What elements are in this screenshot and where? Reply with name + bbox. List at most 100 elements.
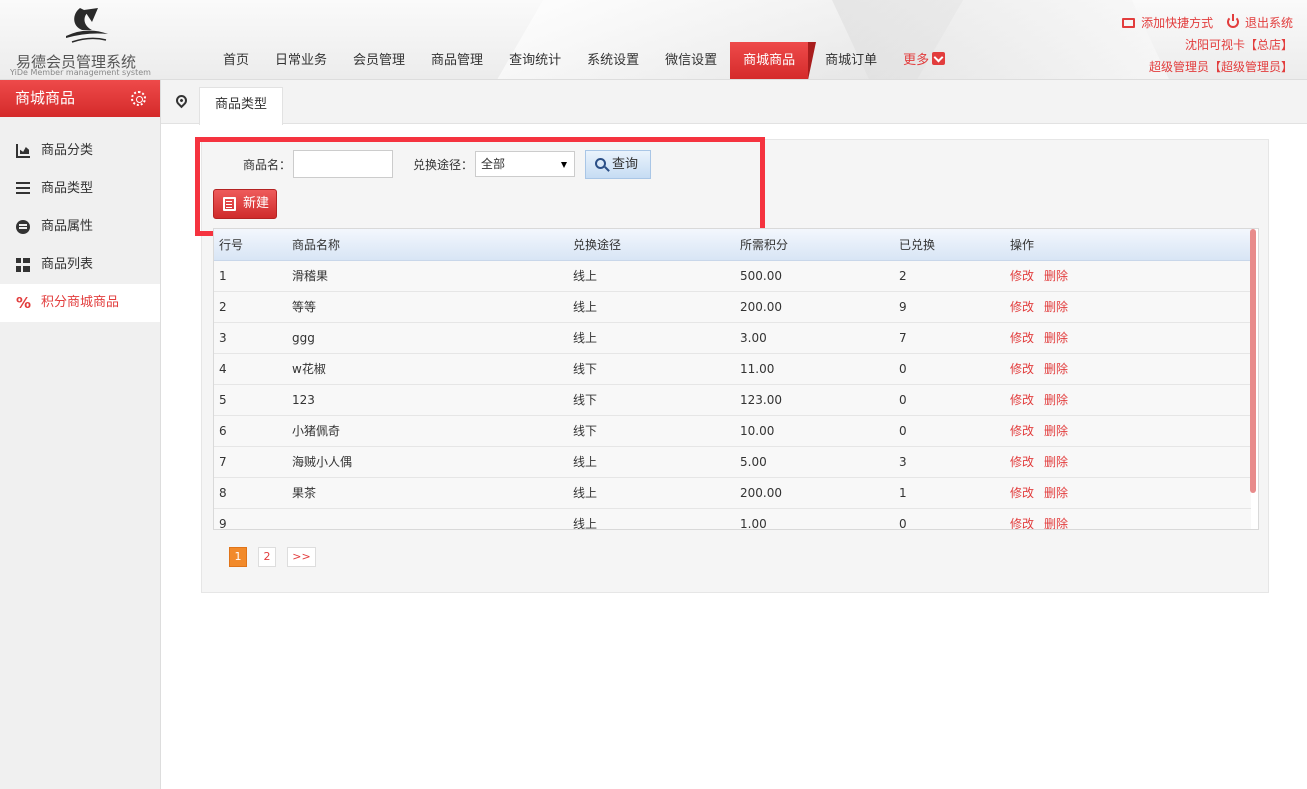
note-icon xyxy=(223,197,236,211)
cell-actions: 修改 删除 xyxy=(1005,508,1251,529)
cell-exchange-route: 线上 xyxy=(568,508,735,529)
table-row: 1 滑稽果 线上 500.00 2 修改 删除 xyxy=(214,260,1251,292)
cell-exchange-route: 线下 xyxy=(568,353,735,385)
edit-link[interactable]: 修改 xyxy=(1010,300,1034,314)
sidebar-item-attribute[interactable]: 商品属性 xyxy=(0,208,160,246)
cell-actions: 修改 删除 xyxy=(1005,415,1251,447)
cell-exchange-route: 线上 xyxy=(568,446,735,478)
add-shortcut-link[interactable]: 添加快捷方式 xyxy=(1122,12,1213,34)
edit-link[interactable]: 修改 xyxy=(1010,424,1034,438)
page-2-button[interactable]: 2 xyxy=(258,547,276,567)
delete-link[interactable]: 删除 xyxy=(1044,269,1068,283)
cell-product-name: 等等 xyxy=(287,291,568,323)
cell-points: 11.00 xyxy=(735,353,894,385)
sidebar-menu: 商品分类 商品类型 商品属性 商品列表 % 积分商城商品 xyxy=(0,132,160,322)
cell-product-name: 果茶 xyxy=(287,477,568,509)
cell-exchanged: 0 xyxy=(894,508,1005,529)
cell-product-name: 海贼小人偶 xyxy=(287,446,568,478)
cell-row-number: 3 xyxy=(214,322,287,354)
logo-mark-icon xyxy=(66,8,108,43)
sidebar-item-product-list[interactable]: 商品列表 xyxy=(0,246,160,284)
table-scrollbar[interactable] xyxy=(1250,229,1256,493)
product-name-input[interactable] xyxy=(293,150,394,178)
cell-row-number: 1 xyxy=(214,260,287,292)
cell-product-name: 滑稽果 xyxy=(287,260,568,292)
cell-points: 123.00 xyxy=(735,384,894,416)
attribute-icon xyxy=(16,220,30,234)
nav-item-mall-orders[interactable]: 商城订单 xyxy=(812,42,890,79)
cell-points: 3.00 xyxy=(735,322,894,354)
nav-item-settings[interactable]: 系统设置 xyxy=(574,42,652,79)
cell-row-number: 8 xyxy=(214,477,287,509)
page-1-button[interactable]: 1 xyxy=(229,547,247,567)
store-info: 沈阳可视卡【总店】 xyxy=(1184,38,1293,52)
sidebar-item-label: 商品类型 xyxy=(41,181,94,196)
sidebar-item-category[interactable]: 商品分类 xyxy=(0,132,160,170)
table-header-row: 行号 商品名称 兑换途径 所需积分 已兑换 操作 xyxy=(214,229,1251,261)
nav-item-home[interactable]: 首页 xyxy=(210,42,262,79)
edit-link[interactable]: 修改 xyxy=(1010,362,1034,376)
column-header-exchanged: 已兑换 xyxy=(894,229,1005,261)
top-header: 易德会员管理系统 YiDe Member management system 首… xyxy=(0,0,1307,80)
pagination: 1 2 >> xyxy=(229,547,327,567)
delete-link[interactable]: 删除 xyxy=(1044,393,1068,407)
cell-actions: 修改 删除 xyxy=(1005,384,1251,416)
edit-link[interactable]: 修改 xyxy=(1010,486,1034,500)
delete-link[interactable]: 删除 xyxy=(1044,424,1068,438)
next-page-button[interactable]: >> xyxy=(287,547,316,567)
table-row: 4 w花椒 线下 11.00 0 修改 删除 xyxy=(214,353,1251,385)
table-row: 5 123 线下 123.00 0 修改 删除 xyxy=(214,384,1251,416)
delete-link[interactable]: 删除 xyxy=(1044,331,1068,345)
cell-exchange-route: 线下 xyxy=(568,384,735,416)
cell-points: 200.00 xyxy=(735,291,894,323)
query-button[interactable]: 查询 xyxy=(585,149,652,179)
column-header-actions: 操作 xyxy=(1005,229,1251,261)
cell-exchange-route: 线上 xyxy=(568,260,735,292)
nav-item-more[interactable]: 更多 xyxy=(890,42,958,79)
nav-item-daily[interactable]: 日常业务 xyxy=(262,42,340,79)
delete-link[interactable]: 删除 xyxy=(1044,455,1068,469)
edit-link[interactable]: 修改 xyxy=(1010,269,1034,283)
logout-link[interactable]: 退出系统 xyxy=(1226,12,1293,34)
table-body: 1 滑稽果 线上 500.00 2 修改 删除 2 等等 线上 200.00 9 修改 删除 3 ggg 线上 3… xyxy=(214,260,1251,529)
sidebar-item-label: 商品分类 xyxy=(41,143,94,158)
cell-actions: 修改 删除 xyxy=(1005,477,1251,509)
cell-exchange-route: 线上 xyxy=(568,477,735,509)
edit-link[interactable]: 修改 xyxy=(1010,517,1034,529)
edit-link[interactable]: 修改 xyxy=(1010,455,1034,469)
cell-row-number: 6 xyxy=(214,415,287,447)
cell-points: 500.00 xyxy=(735,260,894,292)
cell-actions: 修改 删除 xyxy=(1005,353,1251,385)
query-button-label: 查询 xyxy=(612,156,639,172)
delete-link[interactable]: 删除 xyxy=(1044,300,1068,314)
exchange-route-select[interactable]: 全部 xyxy=(475,151,576,177)
table-row: 8 果茶 线上 200.00 1 修改 删除 xyxy=(214,477,1251,509)
table-row: 7 海贼小人偶 线上 5.00 3 修改 删除 xyxy=(214,446,1251,478)
product-table: 行号 商品名称 兑换途径 所需积分 已兑换 操作 1 滑稽果 线上 500.00 2 修改… xyxy=(213,228,1259,530)
nav-item-stats[interactable]: 查询统计 xyxy=(496,42,574,79)
sidebar-title: 商城商品 xyxy=(15,89,76,107)
gear-icon[interactable] xyxy=(131,91,146,106)
cell-row-number: 5 xyxy=(214,384,287,416)
nav-item-products[interactable]: 商品管理 xyxy=(418,42,496,79)
sidebar-item-type[interactable]: 商品类型 xyxy=(0,170,160,208)
column-header-product-name: 商品名称 xyxy=(287,229,568,261)
sidebar-item-label: 商品列表 xyxy=(41,257,94,272)
nav-item-mall-products[interactable]: 商城商品 xyxy=(730,42,817,79)
edit-link[interactable]: 修改 xyxy=(1010,393,1034,407)
delete-link[interactable]: 删除 xyxy=(1044,486,1068,500)
cell-row-number: 2 xyxy=(214,291,287,323)
cell-exchanged: 2 xyxy=(894,260,1005,292)
grid-icon xyxy=(16,258,30,272)
nav-item-wechat[interactable]: 微信设置 xyxy=(652,42,730,79)
chevron-down-icon xyxy=(932,52,946,65)
new-button[interactable]: 新建 xyxy=(213,189,277,219)
nav-item-members[interactable]: 会员管理 xyxy=(340,42,418,79)
cell-product-name xyxy=(287,508,568,529)
delete-link[interactable]: 删除 xyxy=(1044,362,1068,376)
delete-link[interactable]: 删除 xyxy=(1044,517,1068,529)
cell-actions: 修改 删除 xyxy=(1005,446,1251,478)
edit-link[interactable]: 修改 xyxy=(1010,331,1034,345)
sidebar-item-points-mall[interactable]: % 积分商城商品 xyxy=(0,284,160,322)
tab-product-type[interactable]: 商品类型 xyxy=(199,87,284,125)
